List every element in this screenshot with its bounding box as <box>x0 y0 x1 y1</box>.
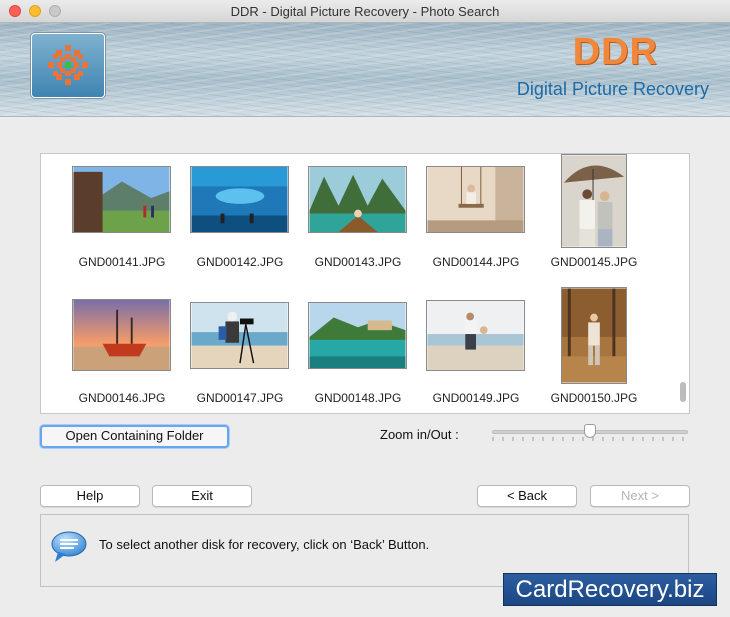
photo-filename[interactable]: GND00148.JPG <box>293 391 423 405</box>
next-button[interactable]: Next > <box>590 485 690 507</box>
back-button[interactable]: < Back <box>477 485 577 507</box>
gallery-scrollbar[interactable] <box>680 382 686 402</box>
photo-thumbnail[interactable] <box>72 166 171 233</box>
photo-gallery[interactable]: GND00141.JPG GND00142.JPG GND00143.JPG G… <box>40 153 690 414</box>
window-titlebar: DDR - Digital Picture Recovery - Photo S… <box>0 0 730 23</box>
photo-filename[interactable]: GND00144.JPG <box>411 255 541 269</box>
zoom-slider-thumb[interactable] <box>584 424 596 438</box>
brand-subtitle: Digital Picture Recovery <box>516 79 709 99</box>
exit-button[interactable]: Exit <box>152 485 252 507</box>
brand-title: DDR <box>572 31 658 73</box>
open-containing-folder-button[interactable]: Open Containing Folder <box>40 425 229 448</box>
photo-filename[interactable]: GND00141.JPG <box>57 255 187 269</box>
app-logo <box>31 33 105 98</box>
help-button[interactable]: Help <box>40 485 140 507</box>
speech-bubble-icon <box>51 531 87 562</box>
photo-thumbnail[interactable] <box>561 287 627 384</box>
photo-filename[interactable]: GND00149.JPG <box>411 391 541 405</box>
window-title: DDR - Digital Picture Recovery - Photo S… <box>230 4 500 19</box>
photo-thumbnail[interactable] <box>190 302 289 369</box>
photo-filename[interactable]: GND00142.JPG <box>175 255 305 269</box>
photo-filename[interactable]: GND00145.JPG <box>529 255 659 269</box>
zoom-label: Zoom in/Out : <box>380 427 459 442</box>
photo-thumbnail[interactable] <box>426 166 525 233</box>
photo-thumbnail[interactable] <box>308 302 407 369</box>
photo-thumbnail[interactable] <box>426 300 525 371</box>
photo-thumbnail[interactable] <box>308 166 407 233</box>
app-logo-icon <box>48 45 88 85</box>
watermark: CardRecovery.biz <box>503 573 717 606</box>
photo-thumbnail[interactable] <box>561 154 627 248</box>
photo-filename[interactable]: GND00150.JPG <box>529 391 659 405</box>
photo-thumbnail[interactable] <box>190 166 289 233</box>
photo-thumbnail[interactable] <box>72 299 171 371</box>
photo-filename[interactable]: GND00146.JPG <box>57 391 187 405</box>
photo-filename[interactable]: GND00147.JPG <box>175 391 305 405</box>
photo-filename[interactable]: GND00143.JPG <box>293 255 423 269</box>
info-message: To select another disk for recovery, cli… <box>99 537 430 552</box>
header-banner: DDR Digital Picture Recovery <box>0 23 730 117</box>
